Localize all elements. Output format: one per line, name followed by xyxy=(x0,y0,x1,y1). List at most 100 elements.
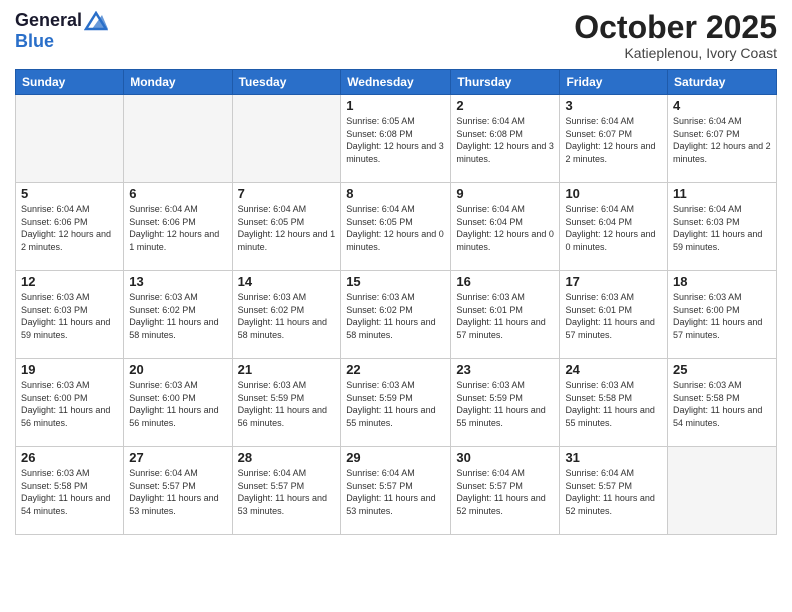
calendar-week-5: 26 Sunrise: 6:03 AM Sunset: 5:58 PM Dayli… xyxy=(16,447,777,535)
col-header-sunday: Sunday xyxy=(16,70,124,95)
table-row: 30Sunrise: 6:04 AM Sunset: 5:57 PM Dayli… xyxy=(451,447,560,535)
day-number: 5 xyxy=(21,186,118,201)
table-row: 12Sunrise: 6:03 AM Sunset: 6:03 PM Dayli… xyxy=(16,271,124,359)
day-info: Sunrise: 6:03 AM Sunset: 6:01 PM Dayligh… xyxy=(565,291,662,341)
table-row: 9 Sunrise: 6:04 AM Sunset: 6:04 PM Daylig… xyxy=(451,183,560,271)
day-number: 29 xyxy=(346,450,445,465)
logo-icon xyxy=(84,11,108,31)
table-row: 2 Sunrise: 6:04 AM Sunset: 6:08 PM Daylig… xyxy=(451,95,560,183)
table-row: 18 Sunrise: 6:03 AM Sunset: 6:00 PM Dayli… xyxy=(668,271,777,359)
day-number: 7 xyxy=(238,186,336,201)
day-number: 31 xyxy=(565,450,662,465)
table-row: 4 Sunrise: 6:04 AM Sunset: 6:07 PM Daylig… xyxy=(668,95,777,183)
day-number: 1 xyxy=(346,98,445,113)
day-info: Sunrise: 6:04 AM Sunset: 6:06 PM Dayligh… xyxy=(129,203,226,253)
table-row: 26 Sunrise: 6:03 AM Sunset: 5:58 PM Dayli… xyxy=(16,447,124,535)
table-row: 25 Sunrise: 6:03 AM Sunset: 5:58 PM Dayli… xyxy=(668,359,777,447)
table-row: 31Sunrise: 6:04 AM Sunset: 5:57 PM Dayli… xyxy=(560,447,668,535)
logo-general: General xyxy=(15,10,82,31)
day-number: 21 xyxy=(238,362,336,377)
calendar-week-1: 1Sunrise: 6:05 AM Sunset: 6:08 PM Daylig… xyxy=(16,95,777,183)
day-number: 26 xyxy=(21,450,118,465)
table-row: 3 Sunrise: 6:04 AM Sunset: 6:07 PM Daylig… xyxy=(560,95,668,183)
table-row xyxy=(16,95,124,183)
day-number: 25 xyxy=(673,362,771,377)
table-row: 5 Sunrise: 6:04 AM Sunset: 6:06 PM Daylig… xyxy=(16,183,124,271)
day-info: Sunrise: 6:03 AM Sunset: 5:59 PM Dayligh… xyxy=(238,379,336,429)
day-info: Sunrise: 6:03 AM Sunset: 6:00 PM Dayligh… xyxy=(129,379,226,429)
day-number: 2 xyxy=(456,98,554,113)
day-info: Sunrise: 6:04 AM Sunset: 6:04 PM Dayligh… xyxy=(456,203,554,253)
day-info: Sunrise: 6:03 AM Sunset: 6:00 PM Dayligh… xyxy=(21,379,118,429)
logo-blue: Blue xyxy=(15,31,108,52)
calendar-week-2: 5 Sunrise: 6:04 AM Sunset: 6:06 PM Daylig… xyxy=(16,183,777,271)
day-number: 19 xyxy=(21,362,118,377)
location-subtitle: Katieplenou, Ivory Coast xyxy=(574,45,777,61)
day-info: Sunrise: 6:03 AM Sunset: 5:59 PM Dayligh… xyxy=(456,379,554,429)
day-number: 3 xyxy=(565,98,662,113)
day-number: 27 xyxy=(129,450,226,465)
header: General Blue October 2025 Katieplenou, I… xyxy=(15,10,777,61)
day-info: Sunrise: 6:03 AM Sunset: 5:59 PM Dayligh… xyxy=(346,379,445,429)
table-row: 1Sunrise: 6:05 AM Sunset: 6:08 PM Daylig… xyxy=(341,95,451,183)
day-number: 16 xyxy=(456,274,554,289)
table-row: 29 Sunrise: 6:04 AM Sunset: 5:57 PM Dayli… xyxy=(341,447,451,535)
day-info: Sunrise: 6:03 AM Sunset: 6:02 PM Dayligh… xyxy=(238,291,336,341)
table-row xyxy=(124,95,232,183)
day-info: Sunrise: 6:04 AM Sunset: 5:57 PM Dayligh… xyxy=(129,467,226,517)
day-number: 15 xyxy=(346,274,445,289)
day-number: 10 xyxy=(565,186,662,201)
day-info: Sunrise: 6:03 AM Sunset: 6:02 PM Dayligh… xyxy=(346,291,445,341)
logo: General Blue xyxy=(15,10,108,52)
day-number: 20 xyxy=(129,362,226,377)
table-row: 8 Sunrise: 6:04 AM Sunset: 6:05 PM Daylig… xyxy=(341,183,451,271)
table-row: 10 Sunrise: 6:04 AM Sunset: 6:04 PM Dayli… xyxy=(560,183,668,271)
col-header-wednesday: Wednesday xyxy=(341,70,451,95)
table-row: 27 Sunrise: 6:04 AM Sunset: 5:57 PM Dayli… xyxy=(124,447,232,535)
month-title: October 2025 xyxy=(574,10,777,45)
day-number: 23 xyxy=(456,362,554,377)
day-info: Sunrise: 6:03 AM Sunset: 5:58 PM Dayligh… xyxy=(673,379,771,429)
day-info: Sunrise: 6:04 AM Sunset: 6:07 PM Dayligh… xyxy=(673,115,771,165)
table-row xyxy=(668,447,777,535)
table-row: 20 Sunrise: 6:03 AM Sunset: 6:00 PM Dayli… xyxy=(124,359,232,447)
day-info: Sunrise: 6:04 AM Sunset: 5:57 PM Dayligh… xyxy=(456,467,554,517)
calendar-week-3: 12Sunrise: 6:03 AM Sunset: 6:03 PM Dayli… xyxy=(16,271,777,359)
col-header-saturday: Saturday xyxy=(668,70,777,95)
table-row: 15 Sunrise: 6:03 AM Sunset: 6:02 PM Dayli… xyxy=(341,271,451,359)
col-header-tuesday: Tuesday xyxy=(232,70,341,95)
page: General Blue October 2025 Katieplenou, I… xyxy=(0,0,792,612)
calendar-table: SundayMondayTuesdayWednesdayThursdayFrid… xyxy=(15,69,777,535)
day-number: 22 xyxy=(346,362,445,377)
day-number: 8 xyxy=(346,186,445,201)
table-row: 28 Sunrise: 6:04 AM Sunset: 5:57 PM Dayli… xyxy=(232,447,341,535)
table-row: 13Sunrise: 6:03 AM Sunset: 6:02 PM Dayli… xyxy=(124,271,232,359)
day-info: Sunrise: 6:04 AM Sunset: 6:05 PM Dayligh… xyxy=(346,203,445,253)
col-header-friday: Friday xyxy=(560,70,668,95)
title-block: October 2025 Katieplenou, Ivory Coast xyxy=(574,10,777,61)
calendar-header-row: SundayMondayTuesdayWednesdayThursdayFrid… xyxy=(16,70,777,95)
table-row: 21 Sunrise: 6:03 AM Sunset: 5:59 PM Dayli… xyxy=(232,359,341,447)
table-row: 19 Sunrise: 6:03 AM Sunset: 6:00 PM Dayli… xyxy=(16,359,124,447)
day-info: Sunrise: 6:04 AM Sunset: 5:57 PM Dayligh… xyxy=(346,467,445,517)
day-info: Sunrise: 6:04 AM Sunset: 5:57 PM Dayligh… xyxy=(238,467,336,517)
day-number: 24 xyxy=(565,362,662,377)
table-row xyxy=(232,95,341,183)
day-info: Sunrise: 6:04 AM Sunset: 6:05 PM Dayligh… xyxy=(238,203,336,253)
day-info: Sunrise: 6:03 AM Sunset: 6:03 PM Dayligh… xyxy=(21,291,118,341)
day-number: 11 xyxy=(673,186,771,201)
day-info: Sunrise: 6:04 AM Sunset: 6:08 PM Dayligh… xyxy=(456,115,554,165)
table-row: 17 Sunrise: 6:03 AM Sunset: 6:01 PM Dayli… xyxy=(560,271,668,359)
day-info: Sunrise: 6:03 AM Sunset: 6:00 PM Dayligh… xyxy=(673,291,771,341)
day-number: 28 xyxy=(238,450,336,465)
day-info: Sunrise: 6:04 AM Sunset: 6:06 PM Dayligh… xyxy=(21,203,118,253)
day-info: Sunrise: 6:03 AM Sunset: 5:58 PM Dayligh… xyxy=(21,467,118,517)
day-number: 17 xyxy=(565,274,662,289)
day-info: Sunrise: 6:04 AM Sunset: 6:04 PM Dayligh… xyxy=(565,203,662,253)
day-info: Sunrise: 6:04 AM Sunset: 6:07 PM Dayligh… xyxy=(565,115,662,165)
day-number: 4 xyxy=(673,98,771,113)
day-number: 13 xyxy=(129,274,226,289)
day-number: 9 xyxy=(456,186,554,201)
day-number: 18 xyxy=(673,274,771,289)
table-row: 24Sunrise: 6:03 AM Sunset: 5:58 PM Dayli… xyxy=(560,359,668,447)
